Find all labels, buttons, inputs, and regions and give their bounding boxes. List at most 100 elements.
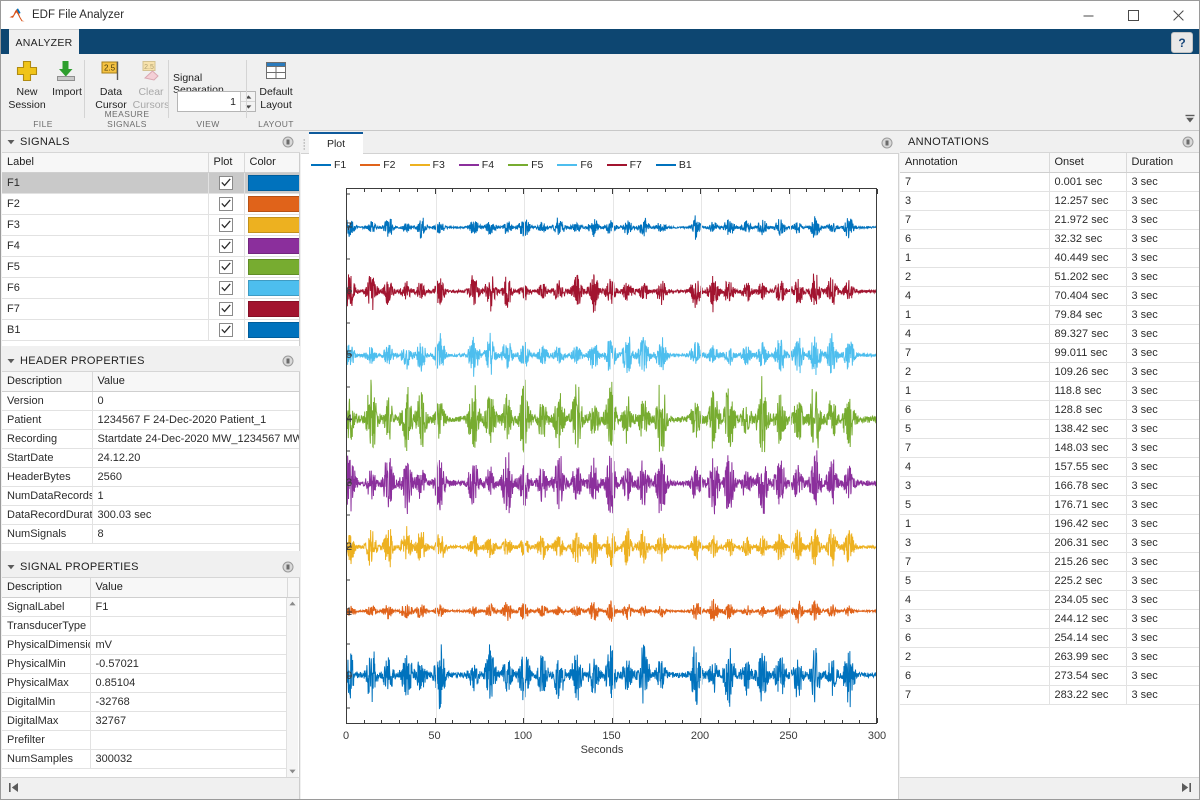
signal-row[interactable]: F6 — [2, 277, 299, 298]
legend-item-f2[interactable]: F2 — [360, 159, 395, 171]
default-layout-button[interactable]: Default Layout — [250, 58, 302, 111]
signal-color-cell[interactable] — [244, 235, 299, 256]
color-swatch[interactable] — [248, 280, 300, 296]
signal-row[interactable]: F2 — [2, 193, 299, 214]
color-swatch[interactable] — [248, 301, 300, 317]
plot-checkbox[interactable] — [219, 239, 233, 253]
plot-checkbox[interactable] — [219, 281, 233, 295]
signals-col-color[interactable]: Color — [244, 153, 299, 172]
annotation-row[interactable]: 312.257 sec3 sec — [900, 191, 1200, 210]
collapse-caret-icon[interactable] — [2, 138, 20, 147]
header-property-row[interactable]: Version0 — [2, 391, 299, 410]
annotation-row[interactable]: 3244.12 sec3 sec — [900, 609, 1200, 628]
axes-frame[interactable] — [346, 188, 877, 724]
annotation-row[interactable]: 6254.14 sec3 sec — [900, 628, 1200, 647]
plot-checkbox[interactable] — [219, 260, 233, 274]
annotation-row[interactable]: 7148.03 sec3 sec — [900, 438, 1200, 457]
header-property-row[interactable]: NumSignals8 — [2, 524, 299, 543]
scroll-up-icon[interactable] — [287, 598, 298, 609]
annotation-row[interactable]: 721.972 sec3 sec — [900, 210, 1200, 229]
plot-checkbox[interactable] — [219, 197, 233, 211]
legend-item-f1[interactable]: F1 — [311, 159, 346, 171]
signal-plot-cell[interactable] — [208, 235, 244, 256]
header-property-row[interactable]: Patient1234567 F 24-Dec-2020 Patient_1 — [2, 410, 299, 429]
plot-checkbox[interactable] — [219, 218, 233, 232]
annotation-row[interactable]: 3206.31 sec3 sec — [900, 533, 1200, 552]
header-col-value[interactable]: Value — [92, 372, 299, 391]
drag-grip-icon[interactable] — [303, 137, 307, 149]
annot-col-duration[interactable]: Duration — [1126, 153, 1200, 172]
scroll-down-icon[interactable] — [287, 766, 298, 777]
plot-checkbox[interactable] — [219, 176, 233, 190]
plot-checkbox[interactable] — [219, 323, 233, 337]
signal-color-cell[interactable] — [244, 319, 299, 340]
legend-item-f6[interactable]: F6 — [557, 159, 592, 171]
signal-color-cell[interactable] — [244, 214, 299, 235]
annotation-row[interactable]: 632.32 sec3 sec — [900, 229, 1200, 248]
annotation-row[interactable]: 1196.42 sec3 sec — [900, 514, 1200, 533]
legend-item-b1[interactable]: B1 — [656, 159, 692, 171]
tab-analyzer[interactable]: ANALYZER — [9, 29, 79, 55]
signal-separation-stepper[interactable]: 1 — [177, 91, 256, 112]
signal-property-row[interactable]: Prefilter — [2, 730, 299, 749]
color-swatch[interactable] — [248, 259, 300, 275]
header-col-description[interactable]: Description — [2, 372, 92, 391]
signal-row[interactable]: F5 — [2, 256, 299, 277]
close-button[interactable] — [1156, 1, 1200, 29]
signal-plot-cell[interactable] — [208, 193, 244, 214]
signal-separation-input[interactable]: 1 — [178, 92, 240, 111]
annotation-row[interactable]: 4234.05 sec3 sec — [900, 590, 1200, 609]
legend-item-f4[interactable]: F4 — [459, 159, 494, 171]
annotation-row[interactable]: 4157.55 sec3 sec — [900, 457, 1200, 476]
annotation-row[interactable]: 7283.22 sec3 sec — [900, 685, 1200, 704]
color-swatch[interactable] — [248, 175, 300, 191]
signal-property-row[interactable]: PhysicalDimensionmV — [2, 635, 299, 654]
panel-options-icon[interactable] — [281, 136, 294, 149]
scroll-to-start-icon[interactable] — [8, 780, 20, 798]
signal-color-cell[interactable] — [244, 172, 299, 193]
signal-property-row[interactable]: SignalLabelF1 — [2, 597, 299, 616]
help-button[interactable]: ? — [1171, 32, 1193, 53]
annotation-row[interactable]: 3166.78 sec3 sec — [900, 476, 1200, 495]
signal-row[interactable]: F1 — [2, 172, 299, 193]
header-property-row[interactable]: RecordingStartdate 24-Dec-2020 MW_123456… — [2, 429, 299, 448]
collapse-toolstrip-icon[interactable] — [1183, 112, 1197, 126]
annotation-row[interactable]: 179.84 sec3 sec — [900, 305, 1200, 324]
collapse-caret-icon[interactable] — [2, 563, 20, 572]
signal-color-cell[interactable] — [244, 277, 299, 298]
color-swatch[interactable] — [248, 196, 300, 212]
signals-col-label[interactable]: Label — [2, 153, 208, 172]
collapse-caret-icon[interactable] — [2, 357, 20, 366]
maximize-button[interactable] — [1111, 1, 1156, 29]
annotation-row[interactable]: 799.011 sec3 sec — [900, 343, 1200, 362]
signal-color-cell[interactable] — [244, 193, 299, 214]
annotation-row[interactable]: 6128.8 sec3 sec — [900, 400, 1200, 419]
annotation-row[interactable]: 5225.2 sec3 sec — [900, 571, 1200, 590]
annot-col-annotation[interactable]: Annotation — [900, 153, 1049, 172]
annotation-row[interactable]: 70.001 sec3 sec — [900, 172, 1200, 191]
annotation-row[interactable]: 5138.42 sec3 sec — [900, 419, 1200, 438]
legend-item-f5[interactable]: F5 — [508, 159, 543, 171]
annotation-row[interactable]: 470.404 sec3 sec — [900, 286, 1200, 305]
signal-plot-cell[interactable] — [208, 277, 244, 298]
color-swatch[interactable] — [248, 322, 300, 338]
signal-property-row[interactable]: NumSamples300032 — [2, 749, 299, 768]
signal-color-cell[interactable] — [244, 256, 299, 277]
minimize-button[interactable] — [1066, 1, 1111, 29]
signal-properties-scrollbar[interactable] — [286, 598, 298, 777]
header-property-row[interactable]: StartDate24.12.20 — [2, 448, 299, 467]
signal-row[interactable]: B1 — [2, 319, 299, 340]
panel-options-icon[interactable] — [281, 355, 294, 368]
annotation-row[interactable]: 489.327 sec3 sec — [900, 324, 1200, 343]
signal-plot-cell[interactable] — [208, 319, 244, 340]
plot-checkbox[interactable] — [219, 302, 233, 316]
header-property-row[interactable]: NumDataRecords1 — [2, 486, 299, 505]
tab-plot[interactable]: Plot — [309, 132, 363, 154]
header-property-row[interactable]: HeaderBytes2560 — [2, 467, 299, 486]
signal-row[interactable]: F3 — [2, 214, 299, 235]
panel-options-icon[interactable] — [1181, 136, 1194, 149]
signal-property-row[interactable]: PhysicalMax0.85104 — [2, 673, 299, 692]
annotation-row[interactable]: 2109.26 sec3 sec — [900, 362, 1200, 381]
signal-plot-cell[interactable] — [208, 256, 244, 277]
annotation-row[interactable]: 2263.99 sec3 sec — [900, 647, 1200, 666]
